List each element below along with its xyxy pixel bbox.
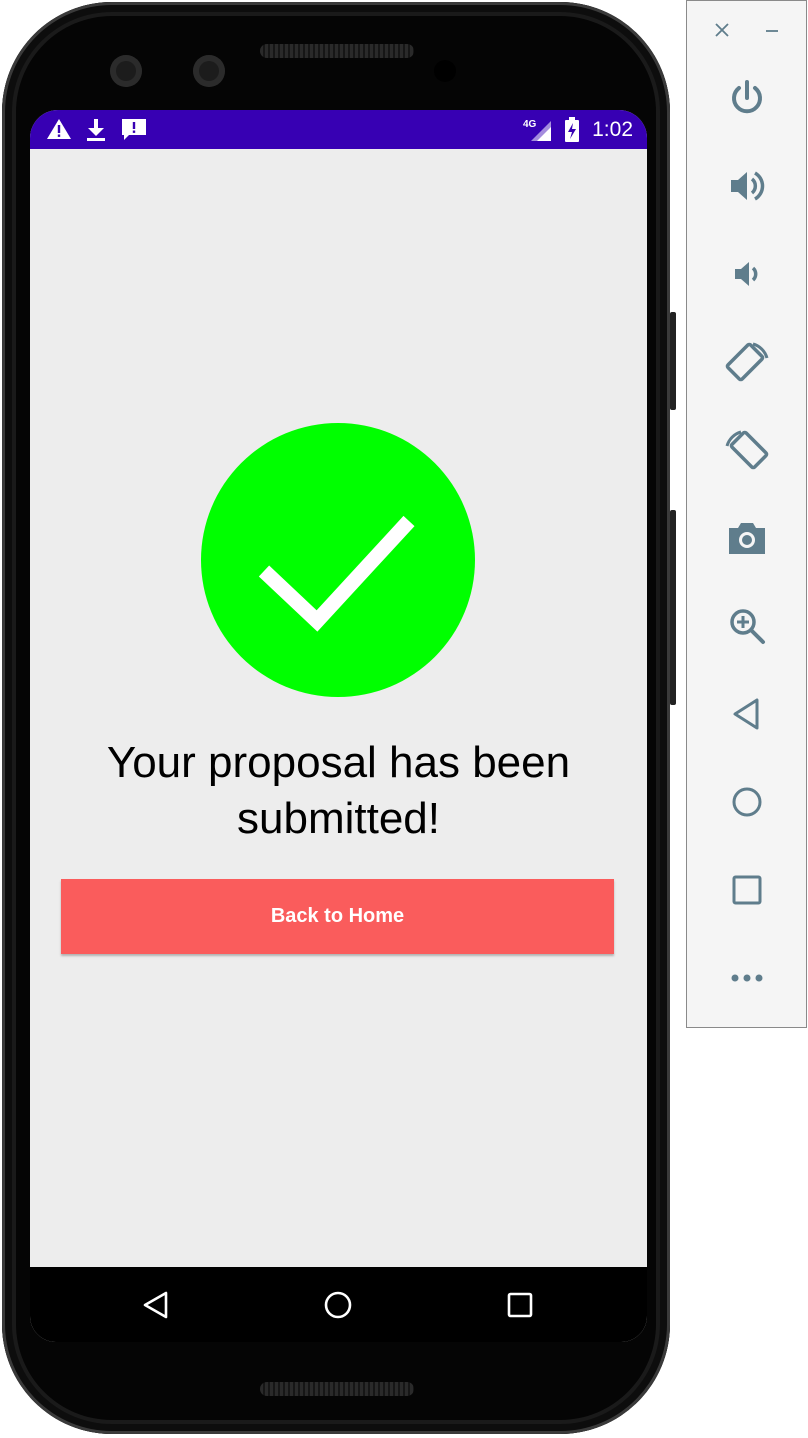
close-icon xyxy=(715,23,729,37)
signal-4g-icon: 4G xyxy=(523,117,553,148)
status-time: 1:02 xyxy=(592,118,633,141)
zoom-icon xyxy=(730,609,765,644)
navigation-bar xyxy=(30,1267,647,1342)
front-camera-right xyxy=(193,55,225,87)
emulator-back-button[interactable] xyxy=(722,689,772,739)
emulator-home-button[interactable] xyxy=(722,777,772,827)
device-screen: 4G 1:02 Your proposal has been submitted… xyxy=(30,110,647,1342)
battery-charging-icon xyxy=(564,117,580,148)
warning-icon xyxy=(46,118,72,145)
rotate-left-button[interactable] xyxy=(722,337,772,387)
phone-volume-button xyxy=(670,312,676,410)
success-message-line1: Your proposal has been xyxy=(106,738,571,787)
front-camera-left xyxy=(110,55,142,87)
svg-text:4G: 4G xyxy=(523,119,537,130)
nav-home-button[interactable] xyxy=(316,1283,360,1327)
volume-up-icon xyxy=(731,171,765,201)
power-icon xyxy=(732,80,762,114)
success-message-line2: submitted! xyxy=(237,794,440,843)
minimize-emulator-button[interactable] xyxy=(757,15,787,45)
nav-recents-button[interactable] xyxy=(498,1283,542,1327)
home-circle-icon xyxy=(324,1291,352,1319)
rotate-right-icon xyxy=(725,430,769,470)
success-badge xyxy=(201,423,475,697)
rotate-left-icon xyxy=(725,342,769,382)
bottom-speaker xyxy=(260,1382,414,1396)
overview-icon xyxy=(732,875,762,905)
emulator-toolbar xyxy=(686,0,807,1028)
volume-down-icon xyxy=(735,262,758,286)
screenshot-button[interactable] xyxy=(722,513,772,563)
emulator-overview-button[interactable] xyxy=(722,865,772,915)
proximity-sensor xyxy=(434,60,456,82)
back-icon xyxy=(733,698,759,730)
rotate-right-button[interactable] xyxy=(722,425,772,475)
volume-down-button[interactable] xyxy=(722,249,772,299)
minimize-icon xyxy=(766,30,778,32)
close-emulator-button[interactable] xyxy=(707,15,737,45)
nav-back-button[interactable] xyxy=(134,1283,178,1327)
download-icon xyxy=(86,118,106,147)
status-bar: 4G 1:02 xyxy=(30,110,647,149)
more-options-button[interactable] xyxy=(722,953,772,1003)
camera-icon xyxy=(729,523,765,554)
power-button[interactable] xyxy=(722,73,772,123)
checkmark-icon xyxy=(258,515,415,632)
back-to-home-button[interactable]: Back to Home xyxy=(61,879,614,954)
back-triangle-icon xyxy=(143,1291,168,1319)
success-message: Your proposal has been submitted! xyxy=(50,735,627,847)
more-icon xyxy=(731,974,763,982)
feedback-icon xyxy=(121,118,147,147)
home-icon xyxy=(732,787,762,817)
recents-square-icon xyxy=(507,1292,533,1318)
success-screen: Your proposal has been submitted! Back t… xyxy=(30,149,647,1267)
phone-power-button xyxy=(670,510,676,705)
top-speaker xyxy=(260,44,414,58)
zoom-button[interactable] xyxy=(722,601,772,651)
volume-up-button[interactable] xyxy=(722,161,772,211)
